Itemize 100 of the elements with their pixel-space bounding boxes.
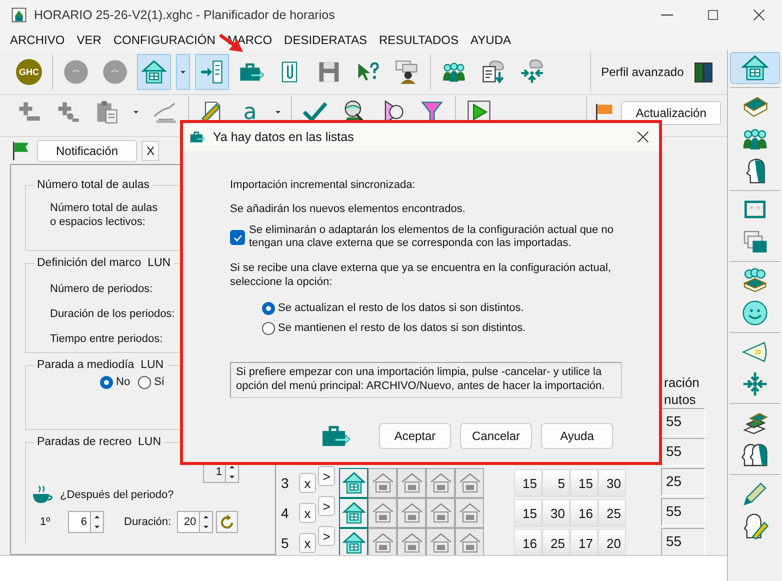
time-cell: 30	[598, 469, 626, 497]
document-cloud-icon	[480, 59, 506, 85]
logo-button[interactable]: GHC	[12, 54, 46, 90]
arrows-icon	[519, 59, 545, 85]
dialog-button[interactable]: Ayuda	[541, 423, 613, 449]
menu-item[interactable]: AYUDA	[464, 30, 517, 50]
radio-option[interactable]: Sí	[138, 373, 164, 391]
room-cell[interactable]	[426, 468, 455, 498]
app-icon	[10, 6, 28, 24]
question-label: ¿Después del periodo?	[60, 489, 174, 501]
house-icon	[400, 531, 424, 555]
time-cell: 15	[570, 469, 598, 497]
checkbox-label: Se eliminarán o adaptarán los elementos de la configuración actual que no tengan una clave externa que se corresponda con las importadas.	[249, 224, 614, 250]
notification-button[interactable]: Notificación	[37, 140, 137, 162]
arrows-icon	[741, 370, 770, 398]
radio-option[interactable]: Se actualizan el resto de los datos si son distintos.	[262, 298, 639, 318]
house-icon	[342, 531, 366, 555]
house-icon	[400, 471, 424, 495]
move-button[interactable]: >	[318, 526, 335, 546]
room-cell[interactable]	[368, 468, 397, 498]
time-cell: 16	[514, 529, 542, 555]
duration-label: Duración:	[124, 516, 172, 528]
import-icon	[199, 59, 225, 85]
period-spinner[interactable]: 6	[68, 511, 104, 533]
dialog-button[interactable]: Aceptar	[379, 423, 451, 449]
remove-button[interactable]: x	[299, 533, 316, 553]
house-icon	[370, 471, 394, 495]
house-icon	[370, 501, 394, 525]
menu-item[interactable]: ARCHIVO	[4, 30, 71, 50]
row-number: 3	[281, 475, 290, 491]
dialog-heading: Importación incremental sincronizada:	[230, 178, 416, 192]
time-cell: 17	[570, 529, 598, 555]
room-cell[interactable]	[397, 468, 426, 498]
room-cell[interactable]	[339, 528, 368, 555]
checkbox[interactable]	[230, 230, 245, 245]
room-cell[interactable]	[368, 498, 397, 528]
house-icon	[342, 501, 366, 525]
minimize-icon	[661, 14, 673, 16]
circle-icon	[102, 59, 128, 85]
remove-button[interactable]: x	[299, 503, 316, 523]
room-cell[interactable]	[455, 468, 484, 498]
room-cell[interactable]	[397, 528, 426, 555]
profile-button[interactable]: Perfil avanzado	[597, 65, 688, 79]
move-button[interactable]: >	[318, 466, 335, 486]
note-text: Si prefiere empezar con una importación limpia, pulse -cancelar- y utilice la opción del menú principal: ARCHIVO/Nuevo, antes de hacer la importación.	[230, 362, 622, 398]
group-title: Número total de aulas	[36, 179, 151, 191]
room-cell[interactable]	[455, 528, 484, 555]
room-cell[interactable]	[426, 498, 455, 528]
room-cell[interactable]	[455, 498, 484, 528]
house-icon	[370, 531, 394, 555]
update-button[interactable]: Actualización	[621, 101, 722, 125]
menu-item[interactable]: VER	[70, 30, 108, 50]
house-icon	[741, 54, 770, 82]
refresh-button[interactable]	[216, 511, 238, 533]
radio-option[interactable]: Se mantienen el resto de los datos si son distintos.	[262, 318, 639, 338]
briefcase-icon	[189, 129, 205, 145]
field-label: Número total de aulas o espacios lectivos:	[50, 201, 158, 229]
menu-item[interactable]: RESULTADOS	[372, 30, 465, 50]
duration-cell: 55	[661, 498, 705, 526]
radio-option[interactable]: No	[100, 373, 130, 391]
time-cell: 30	[542, 499, 570, 527]
head-pencil-icon	[741, 512, 770, 540]
logo-badge: GHC	[16, 59, 42, 85]
heads-icon	[741, 441, 770, 469]
info-text: Se añadirán los nuevos elementos encontrados.	[230, 202, 466, 216]
room-cell[interactable]	[368, 528, 397, 555]
time-cell: 5	[542, 469, 570, 497]
time-cell: 20	[598, 529, 626, 555]
remove-button[interactable]: x	[299, 473, 316, 493]
group-book-icon	[741, 267, 770, 295]
room-cell[interactable]	[339, 498, 368, 528]
time-cell: 25	[598, 499, 626, 527]
field-label: Duración de los periodos:	[50, 307, 175, 322]
house-icon	[400, 501, 424, 525]
time-cell: 15	[514, 499, 542, 527]
room-cell[interactable]	[339, 468, 368, 498]
dialog-button[interactable]: Cancelar	[460, 423, 532, 449]
menu-item[interactable]: CONFIGURACIÓN	[107, 30, 222, 50]
ordinal-label: 1º	[40, 516, 52, 528]
menu-item[interactable]: DESIDERATAS	[278, 30, 373, 50]
move-button[interactable]: >	[318, 496, 335, 516]
row-number: 4	[281, 505, 290, 521]
room-cell[interactable]	[397, 498, 426, 528]
house-icon	[141, 59, 167, 85]
font-button[interactable]: a	[234, 96, 266, 128]
house-icon	[342, 471, 366, 495]
dialog-title: Ya hay datos en las listas	[213, 130, 354, 144]
field-label: Tiempo entre periodos:	[50, 332, 163, 347]
person-speech-icon	[394, 59, 420, 85]
close-notification-button[interactable]: X	[142, 140, 159, 160]
column-header: ración nutos	[663, 374, 700, 408]
time-cell: 15	[514, 469, 542, 497]
time-cell: 16	[570, 499, 598, 527]
house-icon	[458, 501, 482, 525]
room-cell[interactable]	[426, 528, 455, 555]
duration-spinner[interactable]: 20	[177, 511, 214, 533]
field-label: Número de periodos:	[50, 282, 153, 297]
circle-icon	[63, 59, 89, 85]
duration-cell: 25	[661, 468, 705, 496]
group-title: Parada a mediodía LUN	[36, 359, 165, 371]
